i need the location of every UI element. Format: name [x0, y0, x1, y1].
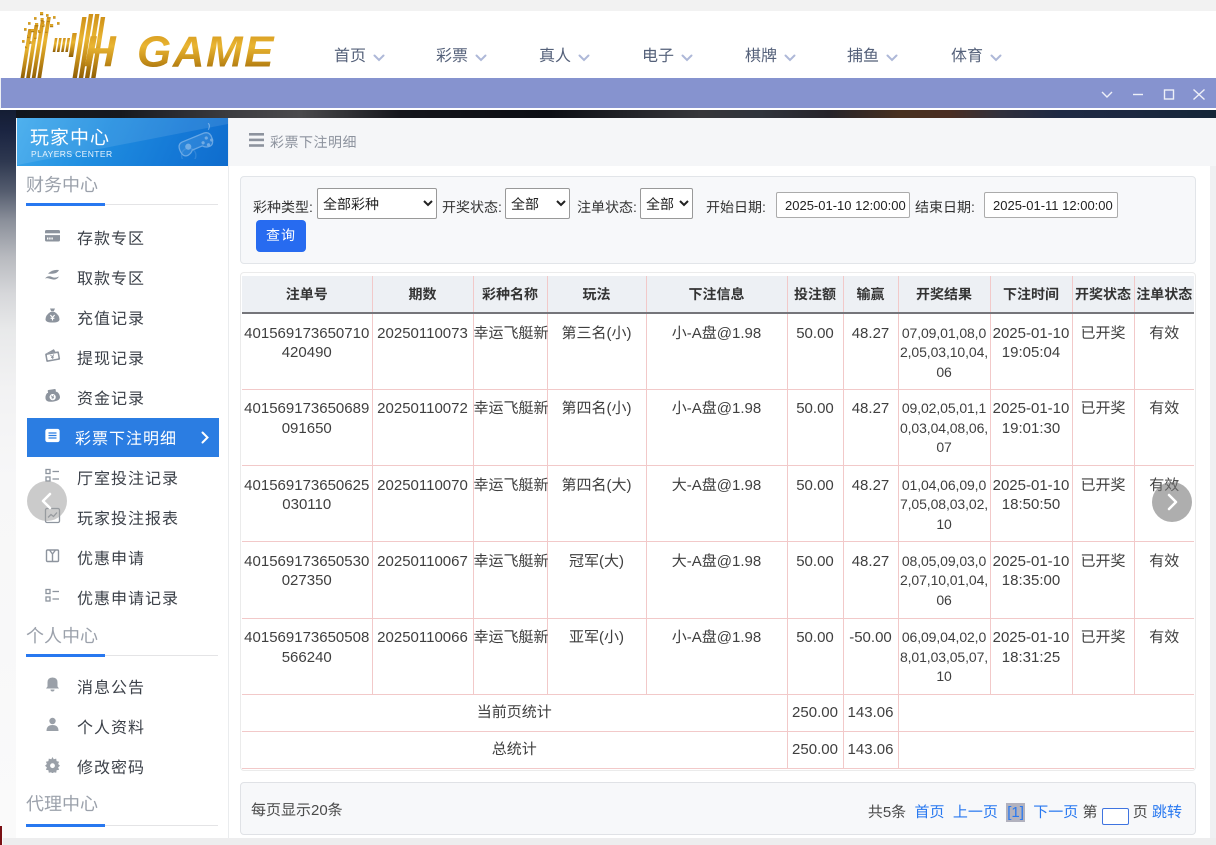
svg-text:H GAME: H GAME — [84, 28, 275, 77]
